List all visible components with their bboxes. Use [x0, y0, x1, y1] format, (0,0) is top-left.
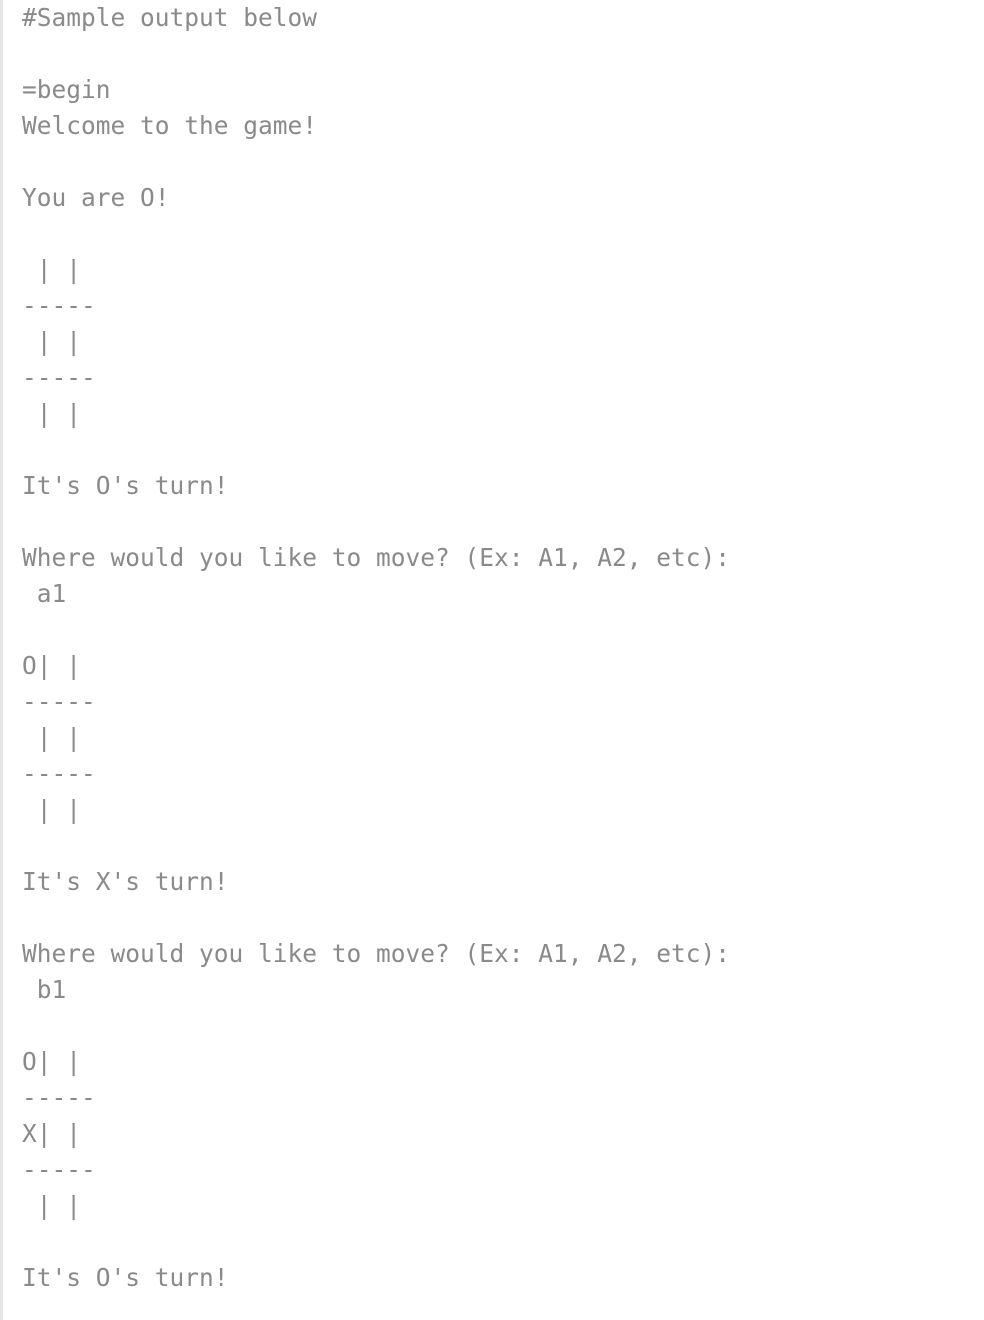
turn-status-line: It's O's turn!: [22, 1263, 229, 1292]
comment-line: #Sample output below: [22, 3, 318, 32]
board-1-row-1: | |: [22, 255, 82, 284]
move-input-line: a1: [22, 579, 67, 608]
move-prompt-line: Where would you like to move? (Ex: A1, A…: [22, 939, 731, 968]
board-2-row-3: | |: [22, 795, 82, 824]
turn-status-line: It's O's turn!: [22, 471, 229, 500]
board-3-divider-1: -----: [22, 1083, 96, 1112]
welcome-line: Welcome to the game!: [22, 111, 318, 140]
move-prompt-line: Where would you like to move? (Ex: A1, A…: [22, 543, 731, 572]
begin-marker-line: =begin: [22, 75, 111, 104]
board-3-row-3: | |: [22, 1191, 82, 1220]
board-1-divider-1: -----: [22, 291, 96, 320]
board-3-row-1: O| |: [22, 1047, 82, 1076]
board-3-row-2: X| |: [22, 1119, 82, 1148]
board-2-row-2: | |: [22, 723, 82, 752]
board-1-row-2: | |: [22, 327, 82, 356]
code-block-left-border: [0, 0, 3, 1320]
board-3-divider-2: -----: [22, 1155, 96, 1184]
board-2-row-1: O| |: [22, 651, 82, 680]
code-block: #Sample output below =begin Welcome to t…: [22, 0, 972, 1320]
board-1-row-3: | |: [22, 399, 82, 428]
player-assignment-line: You are O!: [22, 183, 170, 212]
board-2-divider-2: -----: [22, 759, 96, 788]
move-input-line: b1: [22, 975, 67, 1004]
board-2-divider-1: -----: [22, 687, 96, 716]
turn-status-line: It's X's turn!: [22, 867, 229, 896]
board-1-divider-2: -----: [22, 363, 96, 392]
